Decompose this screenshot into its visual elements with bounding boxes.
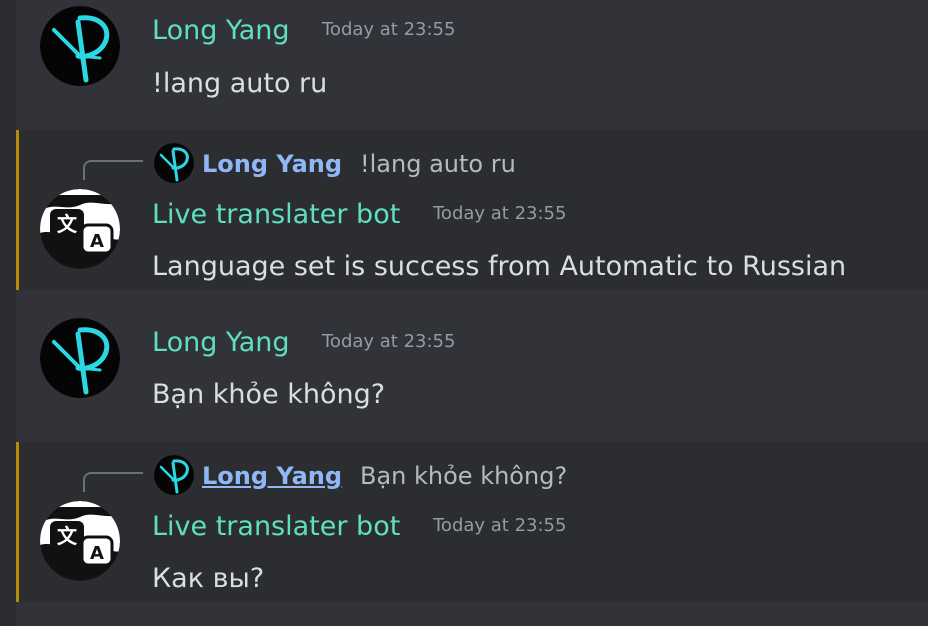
reply-author[interactable]: Long Yang xyxy=(202,152,342,176)
reply-spine xyxy=(83,472,143,492)
teal-p-logo-icon xyxy=(154,455,194,495)
svg-text:文: 文 xyxy=(57,524,78,548)
teal-p-logo-icon xyxy=(40,318,120,398)
message-timestamp: Today at 23:55 xyxy=(433,203,567,224)
message-timestamp: Today at 23:55 xyxy=(322,19,456,40)
message-author[interactable]: Long Yang xyxy=(152,17,290,44)
message-timestamp: Today at 23:55 xyxy=(433,515,567,536)
message-content: !lang auto ru xyxy=(152,68,328,99)
bot-avatar[interactable]: 文 A xyxy=(40,189,120,269)
reply-avatar xyxy=(154,143,194,183)
message-item: Long Yang Today at 23:55 !lang auto ru xyxy=(16,0,928,130)
message-content: Bạn khỏe không? xyxy=(152,379,386,410)
message-item: Long Yang Today at 23:55 Bạn khỏe không? xyxy=(16,290,928,442)
reply-author[interactable]: Long Yang xyxy=(202,464,342,488)
message-item-highlighted: Long Yang !lang auto ru 文 A Live transla… xyxy=(16,130,928,290)
reply-content[interactable]: !lang auto ru xyxy=(360,152,516,176)
teal-p-logo-icon xyxy=(40,6,120,86)
reply-preview[interactable]: Long Yang Bạn khỏe không? xyxy=(81,455,921,495)
reply-content[interactable]: Bạn khỏe không? xyxy=(360,464,567,488)
translate-icon: 文 A xyxy=(40,501,120,581)
translate-icon: 文 A xyxy=(40,189,120,269)
message-content: Как вы? xyxy=(152,563,265,594)
user-avatar[interactable] xyxy=(40,6,120,86)
chat-message-list: Long Yang Today at 23:55 !lang auto ru L… xyxy=(0,0,928,626)
user-avatar[interactable] xyxy=(40,318,120,398)
message-author[interactable]: Live translater bot xyxy=(152,201,400,228)
svg-text:A: A xyxy=(90,231,104,252)
message-timestamp: Today at 23:55 xyxy=(322,331,456,352)
bot-avatar[interactable]: 文 A xyxy=(40,501,120,581)
svg-text:文: 文 xyxy=(57,212,78,236)
message-author[interactable]: Long Yang xyxy=(152,329,290,356)
channel-left-edge xyxy=(0,0,16,626)
reply-preview[interactable]: Long Yang !lang auto ru xyxy=(81,143,921,183)
message-item-highlighted: Long Yang Bạn khỏe không? 文 A Live trans… xyxy=(16,442,928,602)
reply-spine xyxy=(83,160,143,180)
svg-text:A: A xyxy=(90,543,104,564)
message-author[interactable]: Live translater bot xyxy=(152,513,400,540)
message-content: Language set is success from Automatic t… xyxy=(152,251,847,282)
reply-avatar xyxy=(154,455,194,495)
teal-p-logo-icon xyxy=(154,143,194,183)
